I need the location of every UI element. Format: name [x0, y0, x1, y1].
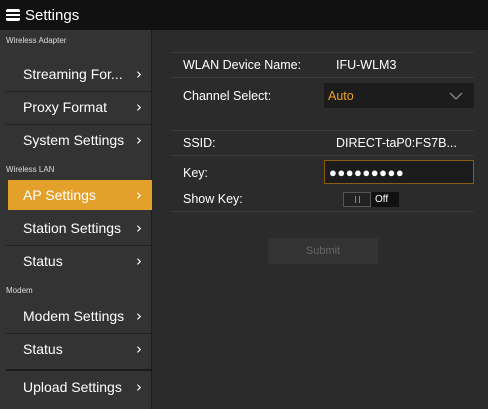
row-wlan-device-name: WLAN Device Name: IFU-WLM3 [170, 53, 474, 78]
chevron-right-icon: › [136, 340, 142, 358]
sidebar-item-label: Modem Settings [23, 308, 125, 324]
title-bar: Settings [0, 0, 488, 30]
sidebar-item-proxy-format[interactable]: Proxy Format › [0, 92, 152, 122]
channel-select-value: Auto [328, 88, 354, 103]
ssid-value: DIRECT-taP0:FS7B... [336, 136, 457, 150]
chevron-right-icon: › [136, 378, 142, 396]
toggle-state-text: Off [371, 192, 399, 207]
chevron-right-icon: › [136, 307, 142, 325]
sidebar-item-label: Streaming For... [23, 66, 123, 82]
show-key-toggle[interactable]: Off [343, 192, 399, 207]
section-header-wireless-adapter: Wireless Adapter [6, 35, 67, 45]
chevron-down-icon [449, 92, 463, 100]
section-header-wireless-lan: Wireless LAN [6, 164, 55, 174]
chevron-right-icon: › [136, 131, 142, 149]
sidebar-item-status-modem[interactable]: Status › [0, 334, 152, 364]
sidebar-item-station-settings[interactable]: Station Settings › [0, 213, 152, 243]
row-ssid: SSID: DIRECT-taP0:FS7B... [170, 131, 474, 156]
sidebar-item-label: Station Settings [23, 220, 122, 236]
key-input[interactable]: ●●●●●●●●● [324, 160, 474, 184]
sidebar-item-label: System Settings [23, 132, 125, 148]
section-header-modem: Modem [6, 285, 33, 295]
wlan-device-name-value: IFU-WLM3 [336, 58, 397, 72]
sidebar-item-label: Status [23, 253, 63, 269]
show-key-label: Show Key: [183, 192, 243, 206]
chevron-right-icon: › [136, 98, 142, 116]
sidebar-item-status-wlan[interactable]: Status › [0, 246, 152, 276]
chevron-right-icon: › [136, 65, 142, 83]
sidebar-item-label: AP Settings [23, 187, 96, 203]
submit-button[interactable]: Submit [268, 238, 378, 264]
divider [6, 369, 152, 371]
sidebar-item-label: Status [23, 341, 63, 357]
channel-select-dropdown[interactable]: Auto [324, 83, 474, 108]
key-label: Key: [183, 165, 209, 180]
sidebar-item-ap-settings[interactable]: AP Settings › [8, 180, 152, 210]
sidebar-item-streaming-format[interactable]: Streaming For... › [0, 59, 152, 89]
channel-select-label: Channel Select: [183, 88, 272, 103]
sidebar-item-modem-settings[interactable]: Modem Settings › [0, 301, 152, 331]
toggle-knob [343, 192, 371, 207]
sidebar: Wireless Adapter Streaming For... › Prox… [0, 30, 152, 409]
sidebar-item-upload-settings[interactable]: Upload Settings › [0, 372, 152, 402]
ap-settings-panel: WLAN Device Name: IFU-WLM3 Channel Selec… [153, 30, 488, 409]
chevron-right-icon: › [136, 252, 142, 270]
menu-icon[interactable] [6, 9, 20, 21]
wlan-device-name-label: WLAN Device Name: [183, 58, 302, 72]
row-channel-select: Channel Select: Auto [170, 83, 474, 108]
chevron-right-icon: › [136, 219, 142, 237]
app-title: Settings [25, 6, 80, 24]
sidebar-item-label: Proxy Format [23, 99, 108, 115]
ssid-label: SSID: [183, 136, 216, 150]
row-key: Key: ●●●●●●●●● [170, 160, 474, 185]
sidebar-item-label: Upload Settings [23, 379, 122, 395]
chevron-right-icon: › [136, 186, 142, 204]
sidebar-item-system-settings[interactable]: System Settings › [0, 125, 152, 155]
row-show-key: Show Key: Off [170, 187, 474, 212]
key-masked-value: ●●●●●●●●● [329, 164, 405, 180]
